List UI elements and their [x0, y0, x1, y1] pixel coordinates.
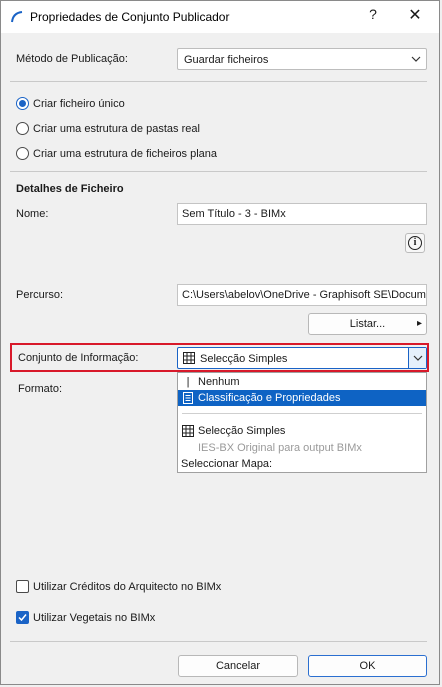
close-button[interactable]: ✕ — [405, 5, 425, 25]
app-logo-icon — [11, 11, 23, 23]
table-icon — [182, 425, 194, 437]
dropdown-item-label: Selecção Simples — [198, 425, 286, 437]
chevron-down-icon — [411, 56, 421, 62]
list-button-label: Listar... — [349, 318, 386, 330]
name-label: Nome: — [16, 208, 49, 220]
divider — [10, 641, 427, 642]
window-title: Propriedades de Conjunto Publicador — [30, 10, 230, 24]
publish-method-value: Guardar ficheiros — [184, 54, 269, 66]
checkmark-icon — [18, 614, 27, 622]
annotation-highlight — [10, 343, 429, 372]
dropdown-item-none[interactable]: | Nenhum — [178, 374, 426, 390]
file-details-heading: Detalhes de Ficheiro — [16, 183, 124, 195]
cancel-button[interactable]: Cancelar — [178, 655, 298, 677]
format-label: Formato: — [18, 383, 63, 395]
dropdown-item-simple-selection[interactable]: Selecção Simples — [178, 423, 426, 439]
title-bar: Propriedades de Conjunto Publicador ? ✕ — [1, 1, 439, 33]
dropdown-divider — [182, 413, 422, 414]
radio-flat-file-structure-label: Criar uma estrutura de ficheiros plana — [33, 148, 218, 160]
document-icon — [183, 392, 193, 404]
dropdown-item-ies-bx[interactable]: IES-BX Original para output BIMx — [178, 440, 426, 456]
publisher-set-properties-dialog: Propriedades de Conjunto Publicador ? ✕ … — [0, 0, 440, 685]
path-label: Percurso: — [16, 289, 64, 301]
info-button[interactable]: i — [405, 233, 425, 253]
divider — [10, 81, 427, 82]
dropdown-item-classification[interactable]: Classificação e Propriedades — [178, 390, 426, 406]
dropdown-item-label: IES-BX Original para output BIMx — [198, 442, 362, 454]
path-input[interactable]: C:\Users\abelov\OneDrive - Graphisoft SE… — [177, 284, 427, 306]
dropdown-item-label: Nenhum — [198, 376, 240, 388]
radio-single-file-label: Criar ficheiro único — [33, 98, 125, 110]
name-input[interactable]: Sem Título - 3 - BIMx — [177, 203, 427, 225]
help-button[interactable]: ? — [363, 6, 383, 22]
list-button[interactable]: Listar... ▸ — [308, 313, 427, 335]
divider — [10, 171, 427, 172]
triangle-right-icon: ▸ — [416, 318, 422, 329]
dropdown-item-label: Seleccionar Mapa: — [181, 458, 273, 470]
dropdown-item-select-map[interactable]: Seleccionar Mapa: — [178, 456, 426, 472]
cursor-icon: | — [186, 376, 190, 388]
vegetation-checkbox[interactable] — [16, 611, 29, 624]
radio-real-folder-structure-label: Criar uma estrutura de pastas real — [33, 123, 200, 135]
radio-real-folder-structure[interactable] — [16, 122, 29, 135]
radio-flat-file-structure[interactable] — [16, 147, 29, 160]
dropdown-item-label: Classificação e Propriedades — [198, 392, 341, 404]
info-icon: i — [408, 236, 422, 250]
architect-credits-label: Utilizar Créditos do Arquitecto no BIMx — [33, 581, 222, 593]
publish-method-label: Método de Publicação: — [16, 53, 128, 65]
vegetation-label: Utilizar Vegetais no BIMx — [33, 612, 156, 624]
architect-credits-checkbox[interactable] — [16, 580, 29, 593]
info-set-dropdown-list: | Nenhum Classificação e Propriedades Se… — [177, 372, 427, 473]
radio-single-file[interactable] — [16, 97, 29, 110]
publish-method-select[interactable]: Guardar ficheiros — [177, 48, 427, 70]
ok-button[interactable]: OK — [308, 655, 427, 677]
